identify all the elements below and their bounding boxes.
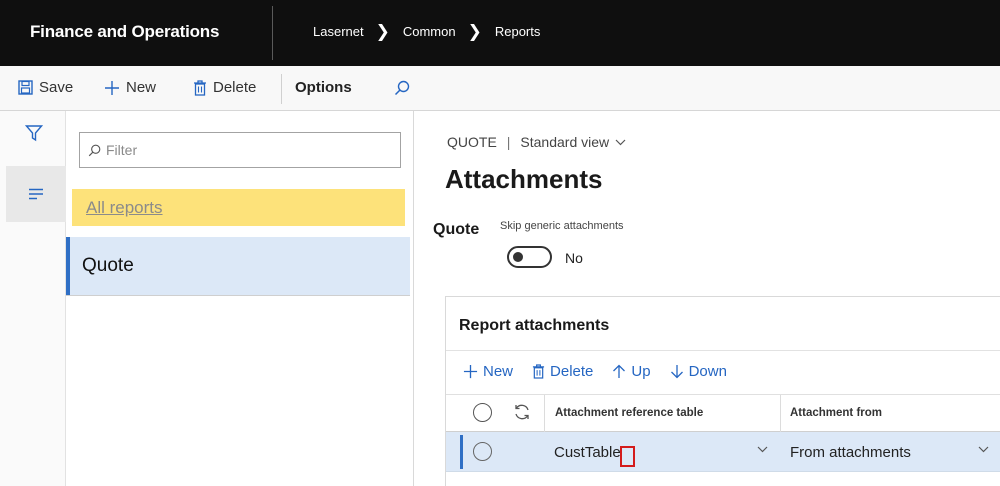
filter-icon[interactable] bbox=[22, 121, 46, 145]
row-selected-indicator bbox=[460, 435, 463, 469]
grid-up-button[interactable]: Up bbox=[612, 363, 651, 380]
chevron-down-icon bbox=[615, 139, 626, 146]
chevron-right-icon: ❯ bbox=[467, 22, 482, 41]
list-item-label: All reports bbox=[86, 197, 163, 217]
row-select-radio[interactable] bbox=[473, 442, 492, 461]
filter-field[interactable] bbox=[79, 132, 401, 168]
top-navigation-bar: Finance and Operations Lasernet ❯ Common… bbox=[0, 0, 1000, 66]
reference-table-cell[interactable]: CustTable bbox=[554, 444, 621, 461]
breadcrumb-reports[interactable]: Reports bbox=[495, 24, 541, 39]
view-name: Standard view bbox=[520, 134, 610, 150]
plus-icon bbox=[104, 80, 120, 96]
skip-generic-attachments-toggle[interactable] bbox=[507, 246, 552, 268]
grid-delete-label: Delete bbox=[550, 363, 594, 380]
skip-generic-attachments-label: Skip generic attachments bbox=[500, 220, 624, 232]
column-divider bbox=[544, 395, 545, 432]
action-pane: Save New Delete Options bbox=[0, 66, 1000, 111]
grid-down-button[interactable]: Down bbox=[670, 363, 727, 380]
navigation-rail bbox=[0, 111, 66, 486]
filter-input[interactable] bbox=[106, 142, 386, 158]
topbar-divider bbox=[272, 6, 273, 60]
table-row[interactable]: CustTable From attachments bbox=[446, 432, 1000, 472]
column-header-reference-table[interactable]: Attachment reference table bbox=[555, 407, 703, 419]
fasttab-header[interactable]: Report attachments bbox=[446, 297, 1000, 351]
list-pane: All reports Quote bbox=[66, 111, 414, 486]
grid-new-button[interactable]: New bbox=[463, 363, 513, 380]
options-menu[interactable]: Options bbox=[295, 79, 352, 96]
chevron-down-icon[interactable] bbox=[978, 446, 989, 453]
toggle-knob bbox=[513, 252, 523, 262]
toolbar-divider bbox=[281, 74, 282, 104]
delete-button[interactable]: Delete bbox=[193, 79, 256, 96]
chevron-right-icon: ❯ bbox=[375, 22, 390, 41]
trash-icon bbox=[532, 364, 545, 379]
save-icon bbox=[18, 80, 33, 95]
toggle-value: No bbox=[565, 250, 583, 266]
trash-icon bbox=[193, 79, 207, 96]
search-icon bbox=[88, 144, 101, 157]
plus-icon bbox=[463, 364, 478, 379]
column-header-attachment-from[interactable]: Attachment from bbox=[790, 407, 882, 419]
search-icon[interactable] bbox=[394, 80, 410, 96]
chevron-down-icon[interactable] bbox=[757, 446, 768, 453]
breadcrumb-lasernet[interactable]: Lasernet bbox=[313, 24, 364, 39]
record-caption: QUOTE bbox=[447, 134, 497, 150]
list-item-all-reports[interactable]: All reports bbox=[72, 189, 405, 226]
new-button[interactable]: New bbox=[104, 79, 156, 96]
breadcrumb-common[interactable]: Common bbox=[403, 24, 456, 39]
app-title[interactable]: Finance and Operations bbox=[30, 22, 219, 42]
grid-new-label: New bbox=[483, 363, 514, 380]
grid-delete-button[interactable]: Delete bbox=[532, 363, 593, 380]
cursor-highlight-marker bbox=[620, 446, 635, 467]
breadcrumb: Lasernet ❯ Common ❯ Reports bbox=[313, 22, 541, 41]
grid-header: Attachment reference table Attachment fr… bbox=[446, 394, 1000, 432]
list-item-quote[interactable]: Quote bbox=[66, 237, 410, 295]
page-title: Attachments bbox=[445, 164, 603, 194]
caption-separator: | bbox=[506, 134, 511, 150]
delete-label: Delete bbox=[213, 79, 257, 96]
grid-toolbar: New Delete Up Down bbox=[463, 363, 746, 380]
attachment-from-cell[interactable]: From attachments bbox=[790, 444, 911, 461]
view-selector[interactable]: QUOTE | Standard view bbox=[447, 134, 626, 150]
column-divider bbox=[780, 395, 781, 432]
new-label: New bbox=[126, 79, 157, 96]
arrow-down-icon bbox=[670, 364, 684, 379]
refresh-icon[interactable] bbox=[512, 402, 532, 422]
list-item-label: Quote bbox=[82, 255, 134, 276]
group-label: Quote bbox=[433, 221, 480, 238]
grid-down-label: Down bbox=[688, 363, 727, 380]
save-button[interactable]: Save bbox=[18, 79, 73, 96]
list-view-icon[interactable] bbox=[6, 166, 66, 222]
fasttab-title: Report attachments bbox=[459, 317, 610, 334]
select-all-radio[interactable] bbox=[473, 403, 492, 422]
list-divider bbox=[66, 295, 410, 296]
grid-up-label: Up bbox=[631, 363, 651, 380]
save-label: Save bbox=[39, 79, 74, 96]
arrow-up-icon bbox=[612, 364, 626, 379]
report-attachments-fasttab: Report attachments New Delete Up Down At… bbox=[445, 296, 1000, 486]
